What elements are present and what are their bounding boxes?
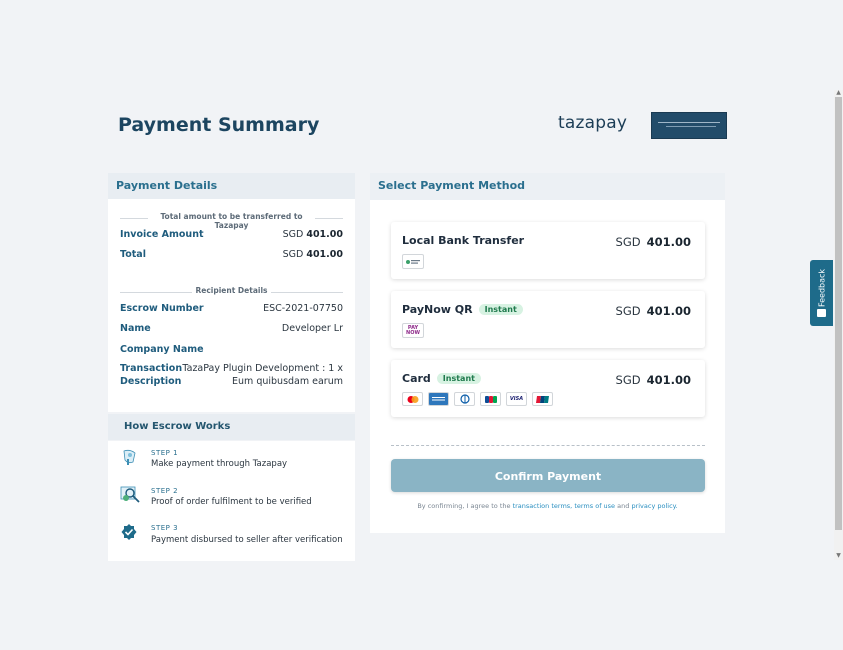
check-badge-icon xyxy=(120,523,140,543)
currency: SGD xyxy=(615,235,641,249)
method-name-text: PayNow QR xyxy=(402,303,473,316)
visa-icon: VISA xyxy=(506,392,527,406)
payment-details-card: Total amount to be transferred to Tazapa… xyxy=(108,199,355,412)
payment-details-heading: Payment Details xyxy=(116,179,218,192)
total-label: Total xyxy=(120,249,146,260)
terms-prefix: By confirming, I agree to the xyxy=(417,502,511,510)
payment-method-heading: Select Payment Method xyxy=(378,179,526,192)
method-name: PayNow QR Instant xyxy=(402,303,523,316)
method-local-bank-transfer[interactable]: Local Bank Transfer SGD 401.00 xyxy=(391,222,705,279)
transaction-description-value: TazaPay Plugin Development : 1 x Eum qui… xyxy=(182,363,343,387)
currency: SGD xyxy=(615,304,641,318)
escrow-heading: How Escrow Works xyxy=(124,421,231,432)
total-value: SGD 401.00 xyxy=(283,249,343,260)
instant-badge: Instant xyxy=(478,304,523,315)
verify-search-icon xyxy=(120,485,140,505)
amount: 401.00 xyxy=(646,235,691,249)
method-icons: VISA xyxy=(402,392,553,406)
amount: 401.00 xyxy=(306,229,343,240)
terms-of-use-link[interactable]: terms of use xyxy=(574,502,615,510)
escrow-number-label: Escrow Number xyxy=(120,303,204,314)
total-section-label: Total amount to be transferred to Tazapa… xyxy=(148,212,315,230)
recipient-section-label: Recipient Details xyxy=(192,286,271,295)
privacy-policy-link[interactable]: privacy policy. xyxy=(631,502,677,510)
confirm-payment-button[interactable]: Confirm Payment xyxy=(391,459,705,492)
method-name: Card Instant xyxy=(402,372,481,385)
currency: SGD xyxy=(282,249,304,260)
transaction-terms-link[interactable]: transaction terms, xyxy=(513,502,573,510)
label-line: Transaction xyxy=(120,363,183,374)
feedback-label: Feedback xyxy=(817,268,827,308)
divider xyxy=(391,445,705,446)
scroll-down-icon[interactable]: ▼ xyxy=(835,552,842,559)
bank-transfer-icon xyxy=(402,254,424,269)
payment-icon xyxy=(120,448,140,468)
feedback-icon xyxy=(817,309,826,317)
payment-method-card: Local Bank Transfer SGD 401.00 PayNow QR I… xyxy=(370,200,725,533)
terms-and: and xyxy=(617,502,630,510)
currency: SGD xyxy=(282,229,304,240)
scrollbar-thumb[interactable] xyxy=(835,97,842,530)
currency: SGD xyxy=(615,373,641,387)
amount: 401.00 xyxy=(646,373,691,387)
step-label: STEP 3 xyxy=(151,524,179,532)
method-icons: PAY NOW xyxy=(402,323,424,338)
method-price: SGD 401.00 xyxy=(616,373,691,387)
escrow-number-value: ESC-2021-07750 xyxy=(263,303,343,314)
amex-icon xyxy=(428,392,449,406)
name-value: Developer Lr xyxy=(281,323,343,334)
payment-details-header: Payment Details xyxy=(108,173,355,199)
unionpay-icon xyxy=(532,392,553,406)
name-label: Name xyxy=(120,323,151,334)
value-line: TazaPay Plugin Development : 1 x xyxy=(182,363,343,374)
method-paynow-qr[interactable]: PayNow QR Instant SGD 401.00 PAY NOW xyxy=(391,291,705,348)
amount: 401.00 xyxy=(646,304,691,318)
diners-icon xyxy=(454,392,475,406)
value-line: Eum quibusdam earum xyxy=(232,376,343,387)
label-line: Description xyxy=(120,376,182,387)
mastercard-icon xyxy=(402,392,423,406)
scroll-up-icon[interactable]: ▲ xyxy=(835,89,842,96)
instant-badge: Instant xyxy=(436,373,481,384)
method-name-text: Card xyxy=(402,372,431,385)
merchant-logo xyxy=(651,112,727,139)
step-label: STEP 1 xyxy=(151,449,179,457)
method-price: SGD 401.00 xyxy=(616,304,691,318)
method-icons xyxy=(402,254,424,269)
escrow-steps-card: STEP 1 Make payment through Tazapay STEP… xyxy=(108,441,355,561)
page-title: Payment Summary xyxy=(118,114,320,136)
method-card[interactable]: Card Instant SGD 401.00 VISA xyxy=(391,360,705,417)
payment-method-header: Select Payment Method xyxy=(370,173,725,200)
paynow-icon: PAY NOW xyxy=(402,323,424,338)
terms-text: By confirming, I agree to the transactio… xyxy=(370,502,725,510)
amount: 401.00 xyxy=(306,249,343,260)
invoice-amount-value: SGD 401.00 xyxy=(283,229,343,240)
tazapay-logo: tazapay xyxy=(558,113,628,133)
feedback-tab[interactable]: Feedback xyxy=(810,260,833,326)
method-name: Local Bank Transfer xyxy=(402,234,525,247)
invoice-amount-label: Invoice Amount xyxy=(120,229,204,240)
escrow-header: How Escrow Works xyxy=(108,414,355,440)
step-text: Payment disbursed to seller after verifi… xyxy=(151,535,343,545)
step-label: STEP 2 xyxy=(151,487,179,495)
step-text: Proof of order fulfilment to be verified xyxy=(151,497,312,507)
transaction-description-label: Transaction Description xyxy=(120,363,182,387)
step-text: Make payment through Tazapay xyxy=(151,459,288,469)
method-price: SGD 401.00 xyxy=(616,235,691,249)
company-name-label: Company Name xyxy=(120,344,204,355)
jcb-icon xyxy=(480,392,501,406)
